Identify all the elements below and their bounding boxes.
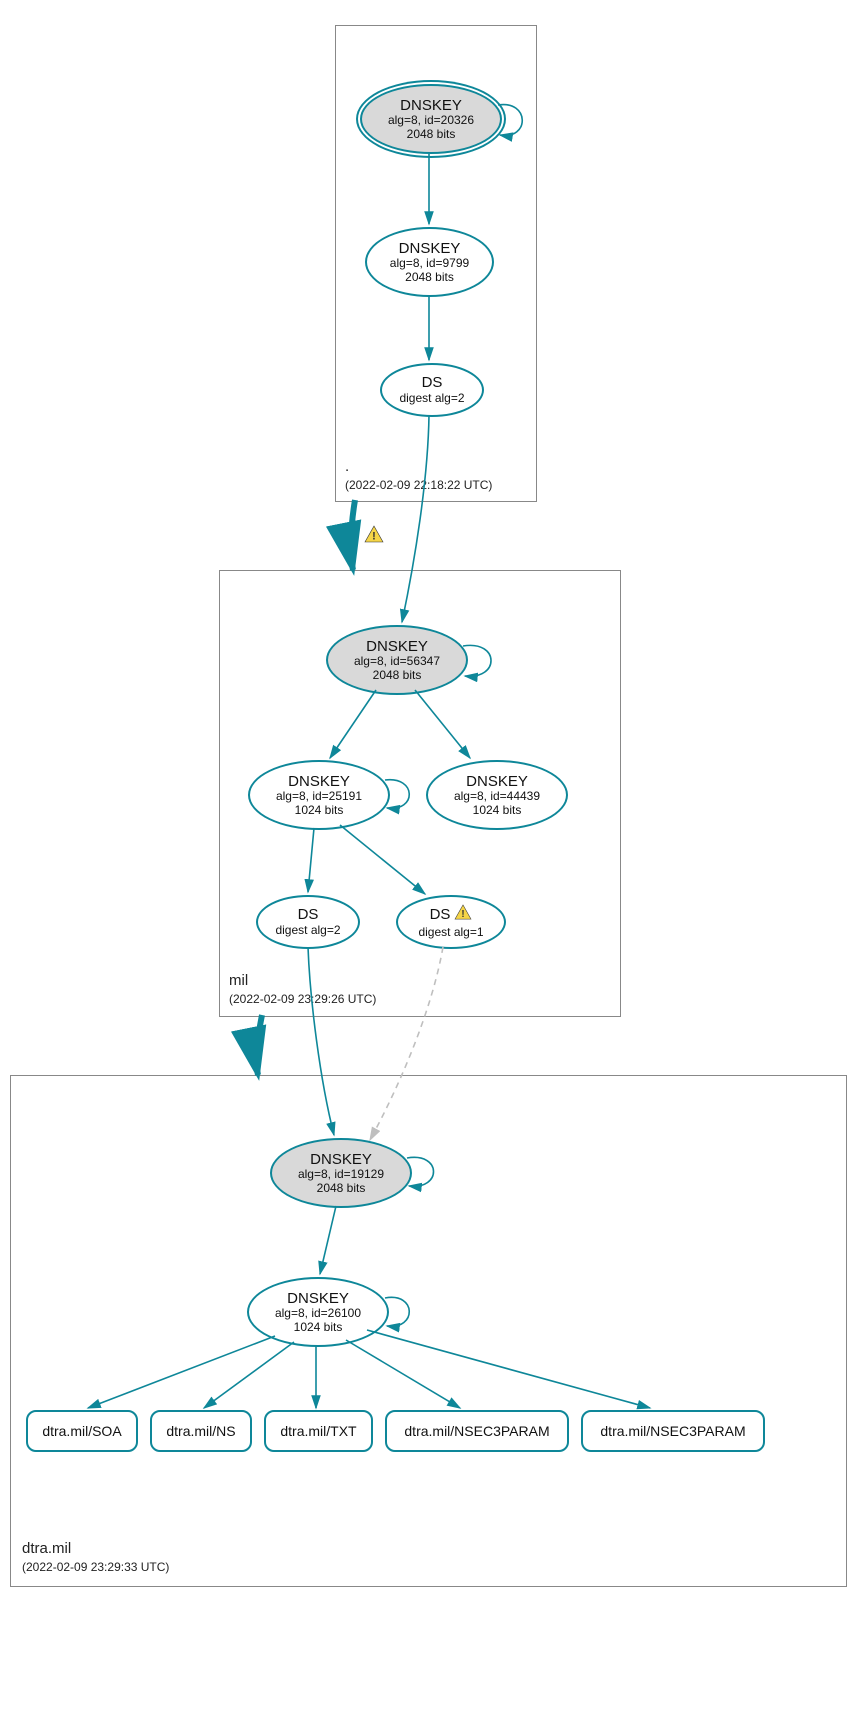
rr-soa: dtra.mil/SOA (26, 1410, 138, 1452)
root-ksk: DNSKEY alg=8, id=20326 2048 bits (360, 84, 502, 154)
node-sub: digest alg=2 (275, 924, 340, 938)
node-sub: alg=8, id=9799 (390, 257, 469, 271)
node-title: DS (298, 906, 319, 923)
dtra-zsk: DNSKEY alg=8, id=26100 1024 bits (247, 1277, 389, 1347)
rr-label: dtra.mil/TXT (280, 1423, 356, 1439)
warning-icon: ! (364, 525, 384, 543)
dtra-ksk: DNSKEY alg=8, id=19129 2048 bits (270, 1138, 412, 1208)
rr-nsec3param-1: dtra.mil/NSEC3PARAM (385, 1410, 569, 1452)
zone-dtra-name: dtra.mil (22, 1540, 71, 1557)
node-sub2: 2048 bits (317, 1182, 366, 1196)
node-title: DNSKEY (310, 1151, 372, 1168)
rr-label: dtra.mil/NS (166, 1423, 235, 1439)
rr-label: dtra.mil/SOA (42, 1423, 121, 1439)
node-title: DS (430, 906, 451, 923)
node-sub: alg=8, id=44439 (454, 790, 540, 804)
svg-text:!: ! (462, 909, 465, 920)
root-zsk: DNSKEY alg=8, id=9799 2048 bits (365, 227, 494, 297)
node-sub: alg=8, id=19129 (298, 1168, 384, 1182)
warning-icon: ! (454, 904, 472, 925)
zone-root-timestamp: (2022-02-09 22:18:22 UTC) (345, 478, 492, 492)
rr-label: dtra.mil/NSEC3PARAM (600, 1423, 745, 1439)
node-sub2: 1024 bits (295, 804, 344, 818)
node-title: DNSKEY (287, 1290, 349, 1307)
node-title: DNSKEY (288, 773, 350, 790)
node-sub2: 1024 bits (473, 804, 522, 818)
node-sub: alg=8, id=20326 (388, 114, 474, 128)
svg-text:!: ! (372, 531, 376, 543)
rr-txt: dtra.mil/TXT (264, 1410, 373, 1452)
node-sub2: 1024 bits (294, 1321, 343, 1335)
node-title: DNSKEY (466, 773, 528, 790)
node-sub: alg=8, id=56347 (354, 655, 440, 669)
node-sub: digest alg=2 (399, 392, 464, 406)
rr-nsec3param-2: dtra.mil/NSEC3PARAM (581, 1410, 765, 1452)
node-sub2: 2048 bits (373, 669, 422, 683)
node-title: DNSKEY (366, 638, 428, 655)
rr-ns: dtra.mil/NS (150, 1410, 252, 1452)
node-sub: alg=8, id=25191 (276, 790, 362, 804)
rr-label: dtra.mil/NSEC3PARAM (404, 1423, 549, 1439)
mil-zsk2: DNSKEY alg=8, id=44439 1024 bits (426, 760, 568, 830)
zone-dtra (10, 1075, 847, 1587)
mil-ds-2: DS ! digest alg=1 (396, 895, 506, 949)
mil-ksk: DNSKEY alg=8, id=56347 2048 bits (326, 625, 468, 695)
zone-mil-name: mil (229, 972, 248, 989)
node-sub: digest alg=1 (418, 926, 483, 940)
node-sub2: 2048 bits (407, 128, 456, 142)
node-sub: alg=8, id=26100 (275, 1307, 361, 1321)
node-sub2: 2048 bits (405, 271, 454, 285)
root-ds: DS digest alg=2 (380, 363, 484, 417)
node-title: DS (422, 374, 443, 391)
zone-root-name: . (345, 458, 349, 475)
mil-zsk1: DNSKEY alg=8, id=25191 1024 bits (248, 760, 390, 830)
mil-ds-1: DS digest alg=2 (256, 895, 360, 949)
zone-mil-timestamp: (2022-02-09 23:29:26 UTC) (229, 992, 376, 1006)
node-title: DNSKEY (399, 240, 461, 257)
zone-dtra-timestamp: (2022-02-09 23:29:33 UTC) (22, 1560, 169, 1574)
node-title: DNSKEY (400, 97, 462, 114)
